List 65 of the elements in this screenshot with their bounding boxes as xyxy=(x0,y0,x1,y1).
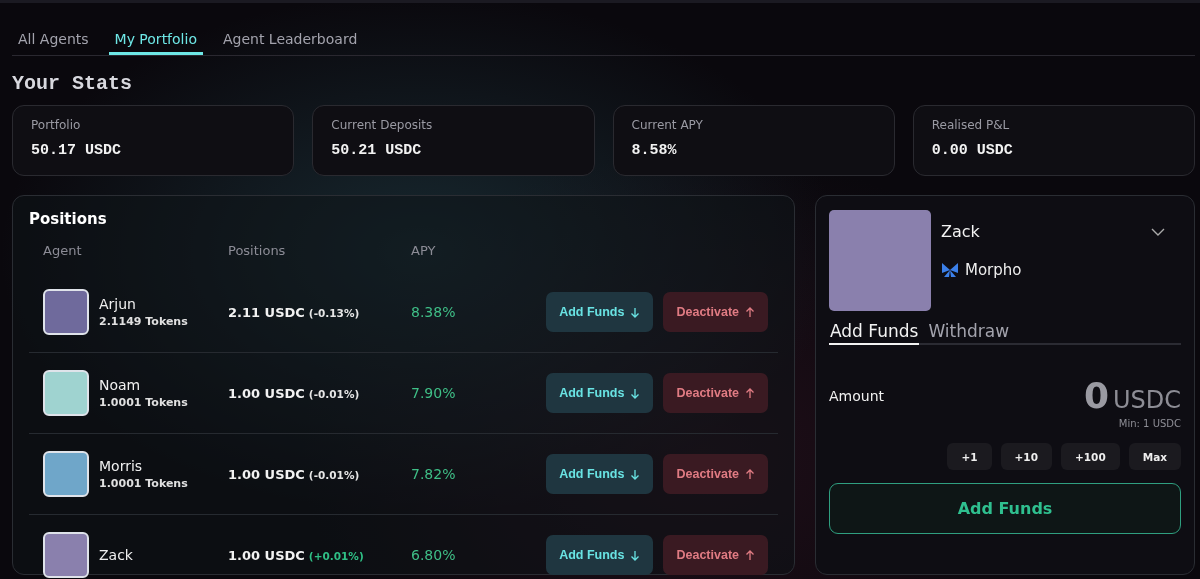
position-value: 1.00 USDC xyxy=(228,547,305,563)
stat-value: 8.58% xyxy=(631,142,678,159)
apy-value: 7.82% xyxy=(411,466,457,482)
column-header: Positions xyxy=(228,242,287,258)
position-value: 1.00 USDC xyxy=(228,385,305,401)
token-amount: 1.0001 Tokens xyxy=(99,477,188,490)
add-funds-button[interactable]: Add Funds xyxy=(829,483,1181,534)
token-amount: 2.1149 Tokens xyxy=(99,315,188,328)
position-change: (-0.13%) xyxy=(308,306,360,319)
token-amount: 1.0001 Tokens xyxy=(99,396,188,409)
panel-tab[interactable]: Add Funds xyxy=(829,321,920,345)
column-header: APY xyxy=(411,242,437,258)
panel-tab[interactable]: Withdraw xyxy=(927,321,1011,345)
deactivate-button[interactable]: Deactivate xyxy=(663,454,768,494)
arrow-up-icon xyxy=(745,468,755,480)
preset-button[interactable]: +1 xyxy=(947,443,992,470)
arrow-down-icon xyxy=(630,387,641,399)
agent-name: Zack xyxy=(99,547,133,563)
minimum-note: Min: 1 USDC xyxy=(1117,418,1181,429)
agent-name: Noam xyxy=(99,377,142,393)
preset-button[interactable]: Max xyxy=(1128,443,1181,470)
stat-label: Current APY xyxy=(631,118,704,132)
agent-name: Morris xyxy=(99,458,144,474)
arrow-down-icon xyxy=(630,468,641,480)
position-value: 2.11 USDC xyxy=(228,304,305,320)
stat-value: 50.17 USDC xyxy=(31,142,122,159)
arrow-up-icon xyxy=(745,306,755,318)
protocol-name: Morpho xyxy=(965,261,1022,279)
stat-value: 50.21 USDC xyxy=(331,142,423,159)
section-title: Your Stats xyxy=(12,72,134,95)
panel-title: Positions xyxy=(29,210,108,228)
add-funds-button[interactable]: Add Funds xyxy=(546,454,654,494)
apy-value: 7.90% xyxy=(411,385,457,401)
apy-value: 6.80% xyxy=(411,547,457,563)
preset-button[interactable]: +10 xyxy=(1000,443,1052,470)
add-funds-button[interactable]: Add Funds xyxy=(546,292,654,332)
apy-value: 8.38% xyxy=(411,304,457,320)
add-funds-button[interactable]: Add Funds xyxy=(546,373,654,413)
butterfly-icon xyxy=(941,262,959,278)
position-change: (-0.01%) xyxy=(308,387,360,400)
arrow-up-icon xyxy=(745,549,755,561)
add-funds-button[interactable]: Add Funds xyxy=(546,535,654,575)
stat-label: Current Deposits xyxy=(331,118,434,132)
deactivate-button[interactable]: Deactivate xyxy=(663,535,768,575)
arrow-down-icon xyxy=(630,549,641,561)
stat-label: Realised P&L xyxy=(931,118,1011,132)
agent-name: Arjun xyxy=(99,296,137,312)
preset-button[interactable]: +100 xyxy=(1060,443,1120,470)
arrow-up-icon xyxy=(745,387,755,399)
position-change: (+0.01%) xyxy=(308,549,364,562)
amount-field[interactable]: 0 USDC xyxy=(1083,375,1181,416)
stat-label: Portfolio xyxy=(31,118,82,132)
nav-tab[interactable]: My Portfolio xyxy=(108,31,203,55)
column-header: Agent xyxy=(43,242,83,258)
deactivate-button[interactable]: Deactivate xyxy=(663,292,768,332)
position-value: 1.00 USDC xyxy=(228,466,305,482)
stat-value: 0.00 USDC xyxy=(931,142,1014,159)
nav-tab[interactable]: All Agents xyxy=(12,31,95,55)
position-change: (-0.01%) xyxy=(308,468,360,481)
chevron-down-icon[interactable] xyxy=(1151,227,1165,236)
deactivate-button[interactable]: Deactivate xyxy=(663,373,768,413)
agent-name: Zack xyxy=(941,222,980,241)
nav-tab[interactable]: Agent Leaderboard xyxy=(216,31,364,55)
amount-label: Amount xyxy=(829,387,884,404)
arrow-down-icon xyxy=(630,306,641,318)
